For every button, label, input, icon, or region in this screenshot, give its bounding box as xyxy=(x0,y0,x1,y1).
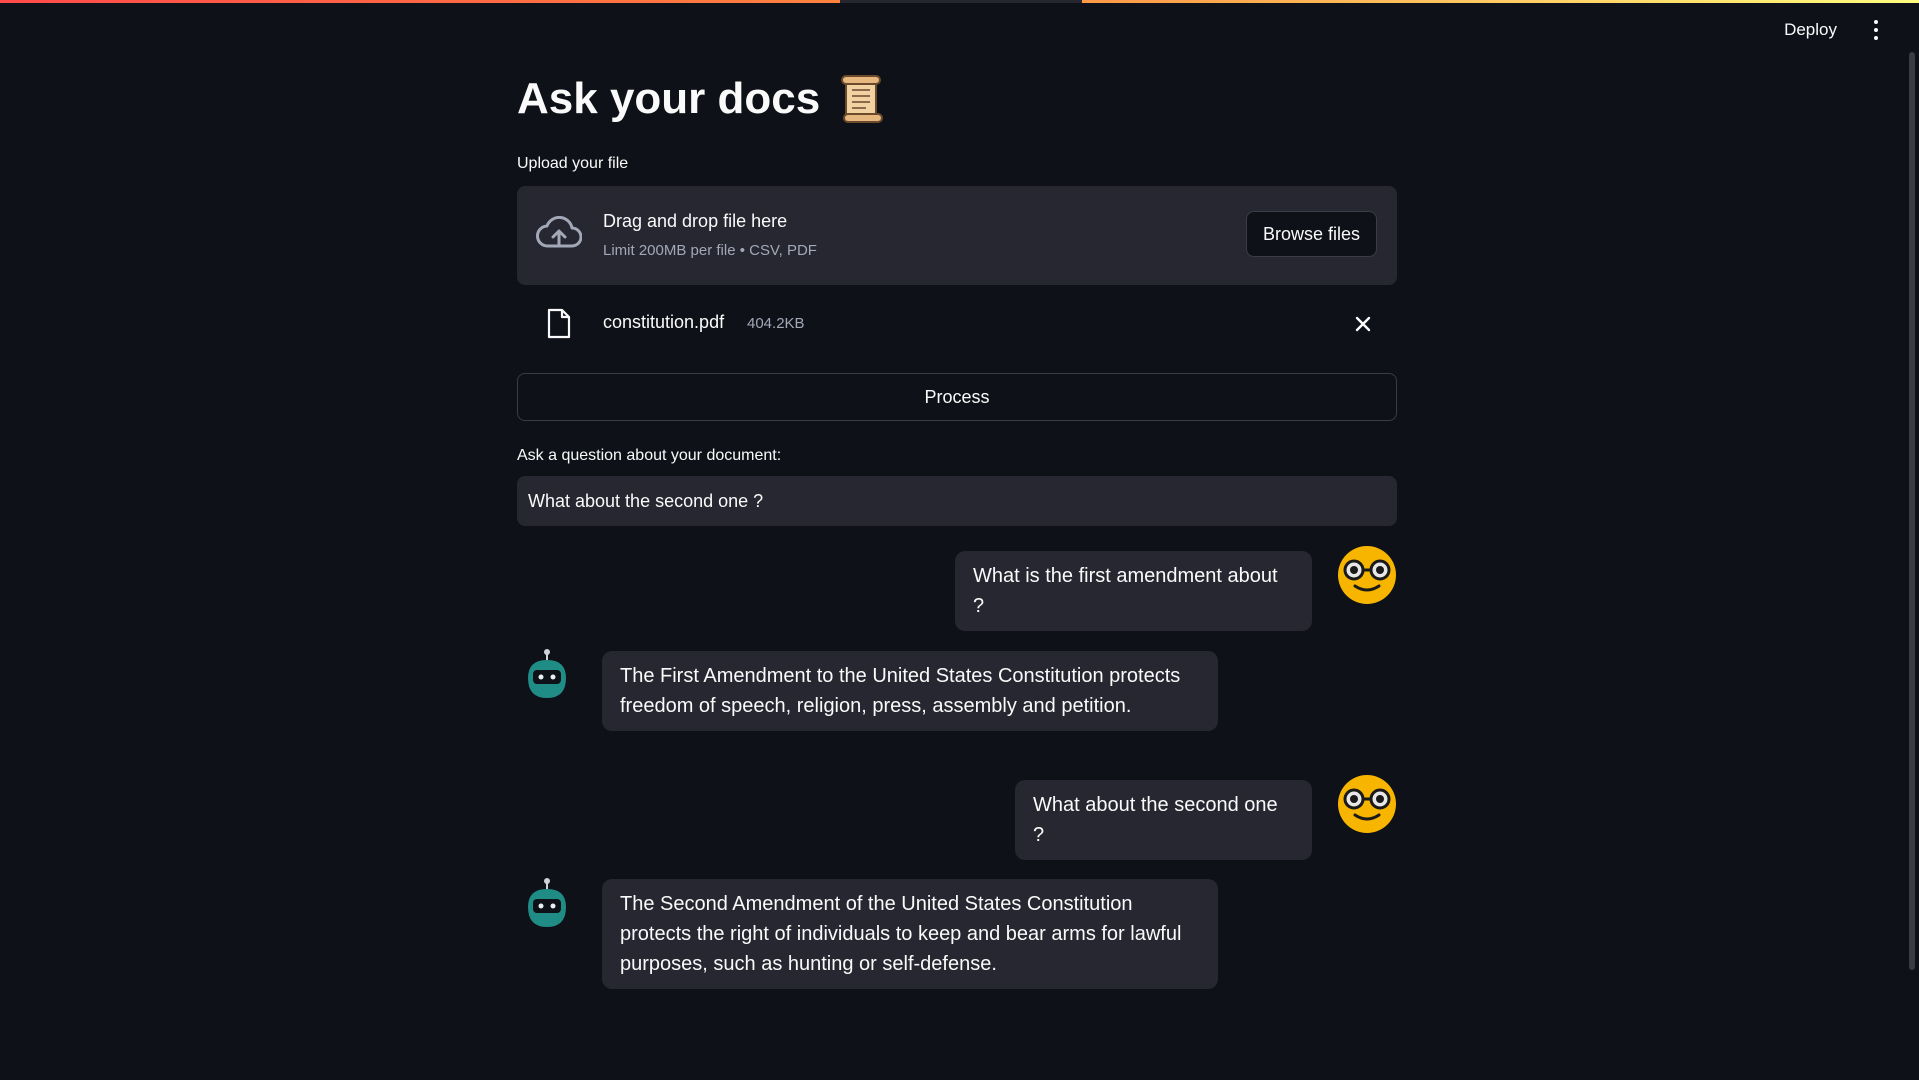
file-icon xyxy=(547,308,571,339)
nerd-face-icon xyxy=(1338,546,1396,604)
page-title: Ask your docs xyxy=(517,74,886,124)
scroll-icon xyxy=(841,75,884,123)
bot-message-bubble: The Second Amendment of the United State… xyxy=(602,879,1218,989)
question-input[interactable] xyxy=(517,476,1397,526)
deploy-button[interactable]: Deploy xyxy=(1770,12,1851,48)
bot-message-bubble: The First Amendment to the United States… xyxy=(602,651,1218,731)
dropzone-title: Drag and drop file here xyxy=(603,211,788,231)
uploaded-file-row: constitution.pdf 404.2KB xyxy=(517,300,1397,346)
top-decoration-stripe xyxy=(0,0,1919,3)
cloud-upload-icon xyxy=(536,216,582,248)
page-title-text: Ask your docs xyxy=(517,74,821,123)
robot-icon xyxy=(528,649,566,698)
user-message-bubble: What is the first amendment about ? xyxy=(955,551,1312,631)
page-scrollbar[interactable] xyxy=(1909,52,1915,970)
uploader-label: Upload your file xyxy=(517,155,629,172)
more-vertical-icon[interactable] xyxy=(1863,15,1889,45)
process-button[interactable]: Process xyxy=(517,373,1397,421)
app-header-actions: Deploy xyxy=(1770,0,1919,60)
status-running-indicator xyxy=(840,0,1082,3)
robot-icon xyxy=(528,878,566,927)
uploaded-file-name: constitution.pdf xyxy=(603,312,725,332)
browse-files-button[interactable]: Browse files xyxy=(1245,211,1377,257)
uploaded-file-size: 404.2KB xyxy=(747,315,805,332)
file-dropzone[interactable]: Drag and drop file here Limit 200MB per … xyxy=(517,186,1397,285)
close-icon[interactable] xyxy=(1352,313,1374,335)
user-message-bubble: What about the second one ? xyxy=(1015,780,1312,860)
question-label: Ask a question about your document: xyxy=(517,447,782,464)
dropzone-limits: Limit 200MB per file • CSV, PDF xyxy=(603,242,817,259)
nerd-face-icon xyxy=(1338,775,1396,833)
